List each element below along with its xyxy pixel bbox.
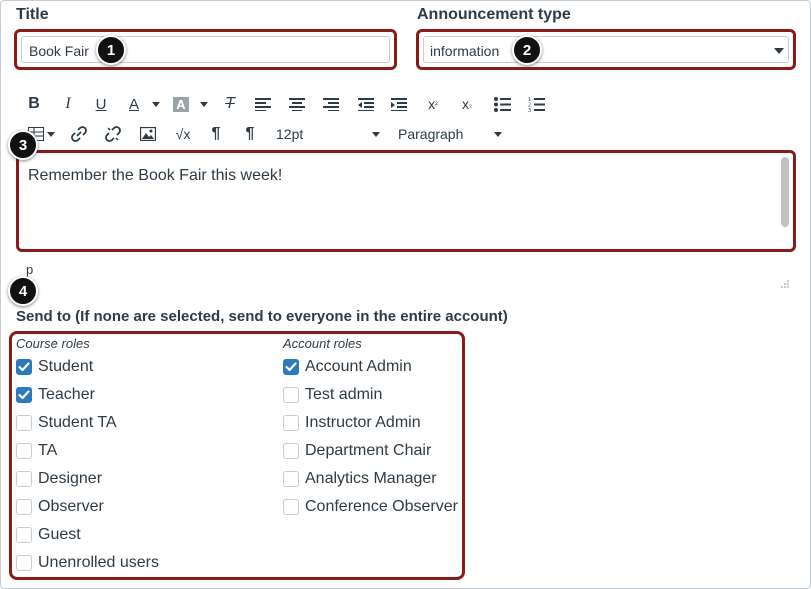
indent-icon[interactable] — [389, 93, 409, 115]
font-size-caret-icon[interactable] — [372, 132, 380, 137]
editor-scrollbar[interactable] — [781, 157, 789, 227]
align-left-icon[interactable] — [253, 93, 273, 115]
account-role-checkbox-row[interactable]: Analytics Manager — [283, 468, 437, 490]
checkbox[interactable] — [16, 499, 32, 515]
account-role-label: Instructor Admin — [305, 414, 421, 431]
course-role-label: Designer — [38, 470, 103, 487]
course-role-checkbox-row[interactable]: Guest — [16, 524, 81, 546]
text-color-caret-icon[interactable] — [152, 102, 160, 107]
account-role-checkbox-row[interactable]: Account Admin — [283, 356, 412, 378]
subscript-icon[interactable]: x₂ — [457, 93, 477, 115]
send-to-heading: Send to (If none are selected, send to e… — [16, 308, 508, 325]
checkbox[interactable] — [283, 499, 299, 515]
checkbox[interactable] — [283, 387, 299, 403]
checkbox[interactable] — [16, 443, 32, 459]
checkbox[interactable] — [283, 415, 299, 431]
outdent-icon[interactable] — [356, 93, 376, 115]
course-role-checkbox-row[interactable]: TA — [16, 440, 57, 462]
course-role-label: Guest — [38, 526, 81, 543]
checkmark-icon — [18, 390, 30, 400]
checkbox[interactable] — [16, 471, 32, 487]
image-icon[interactable] — [138, 123, 158, 145]
account-roles-heading: Account roles — [283, 336, 362, 351]
checkmark-icon — [18, 362, 30, 372]
checkbox[interactable] — [16, 527, 32, 543]
callout-4: 4 — [8, 276, 38, 306]
block-format-value: Paragraph — [398, 126, 464, 142]
account-role-label: Conference Observer — [305, 498, 458, 515]
course-role-label: Student TA — [38, 414, 117, 431]
title-label: Title — [16, 6, 49, 23]
title-input-value: Book Fair — [29, 43, 89, 59]
checkbox[interactable] — [16, 555, 32, 571]
course-role-label: Observer — [38, 498, 104, 515]
text-color-icon[interactable]: A — [124, 93, 144, 115]
bold-icon[interactable]: B — [24, 93, 44, 115]
course-role-checkbox-row[interactable]: Unenrolled users — [16, 552, 159, 574]
bullet-list-icon[interactable] — [492, 93, 512, 115]
account-role-checkbox-row[interactable]: Conference Observer — [283, 496, 458, 518]
title-field-highlight: Book Fair — [14, 29, 397, 70]
course-role-checkbox-row[interactable]: Student — [16, 356, 93, 378]
ltr-paragraph-icon[interactable]: ¶ — [206, 123, 226, 145]
underline-icon[interactable]: U — [91, 93, 111, 115]
math-equation-icon[interactable]: √x — [172, 123, 194, 145]
superscript-icon[interactable]: x² — [423, 93, 443, 115]
account-role-checkbox-row[interactable]: Test admin — [283, 384, 382, 406]
checkbox[interactable] — [283, 443, 299, 459]
table-caret-icon[interactable] — [47, 132, 55, 137]
rtl-paragraph-icon[interactable]: ¶ — [240, 123, 260, 145]
callout-3: 3 — [8, 130, 38, 160]
chevron-down-icon — [774, 48, 784, 54]
course-role-label: Unenrolled users — [38, 554, 159, 571]
svg-text:3: 3 — [528, 108, 531, 112]
align-right-icon[interactable] — [321, 93, 341, 115]
clear-formatting-icon[interactable]: T — [219, 93, 241, 115]
block-format-caret-icon[interactable] — [494, 132, 502, 137]
account-role-label: Department Chair — [305, 442, 432, 459]
resize-handle-icon[interactable] — [780, 276, 790, 288]
editor-path: p — [26, 262, 34, 277]
editor-highlight: Remember the Book Fair this week! — [16, 150, 796, 252]
account-role-checkbox-row[interactable]: Instructor Admin — [283, 412, 421, 434]
course-role-label: Teacher — [38, 386, 95, 403]
announcement-type-highlight: information — [416, 29, 796, 70]
announcement-type-label: Announcement type — [417, 6, 571, 23]
course-role-checkbox-row[interactable]: Student TA — [16, 412, 117, 434]
course-role-checkbox-row[interactable]: Designer — [16, 468, 102, 490]
background-color-caret-icon[interactable] — [200, 102, 208, 107]
course-role-label: TA — [38, 442, 58, 459]
checkbox[interactable] — [16, 415, 32, 431]
numbered-list-icon[interactable]: 123 — [526, 93, 546, 115]
course-roles-heading: Course roles — [16, 336, 90, 351]
checkbox-checked[interactable] — [16, 359, 32, 375]
callout-1: 1 — [96, 35, 126, 65]
checkbox-checked[interactable] — [283, 359, 299, 375]
course-role-checkbox-row[interactable]: Observer — [16, 496, 104, 518]
editor-content: Remember the Book Fair this week! — [28, 167, 283, 184]
account-role-checkbox-row[interactable]: Department Chair — [283, 440, 431, 462]
link-icon[interactable] — [69, 123, 89, 145]
checkbox-checked[interactable] — [16, 387, 32, 403]
checkmark-icon — [285, 362, 297, 372]
background-color-icon[interactable]: A — [171, 93, 191, 115]
course-role-label: Student — [38, 358, 94, 375]
account-role-label: Account Admin — [305, 358, 412, 375]
checkbox[interactable] — [283, 471, 299, 487]
callout-2: 2 — [512, 35, 542, 65]
account-role-label: Test admin — [305, 386, 383, 403]
font-size-value: 12pt — [276, 126, 304, 142]
italic-icon[interactable]: I — [58, 93, 78, 115]
unlink-icon[interactable] — [103, 123, 123, 145]
account-role-label: Analytics Manager — [305, 470, 437, 487]
course-role-checkbox-row[interactable]: Teacher — [16, 384, 95, 406]
font-size-select[interactable]: 12pt — [276, 123, 376, 145]
block-format-select[interactable]: Paragraph — [398, 123, 498, 145]
align-center-icon[interactable] — [287, 93, 307, 115]
announcement-type-value: information — [430, 43, 500, 59]
